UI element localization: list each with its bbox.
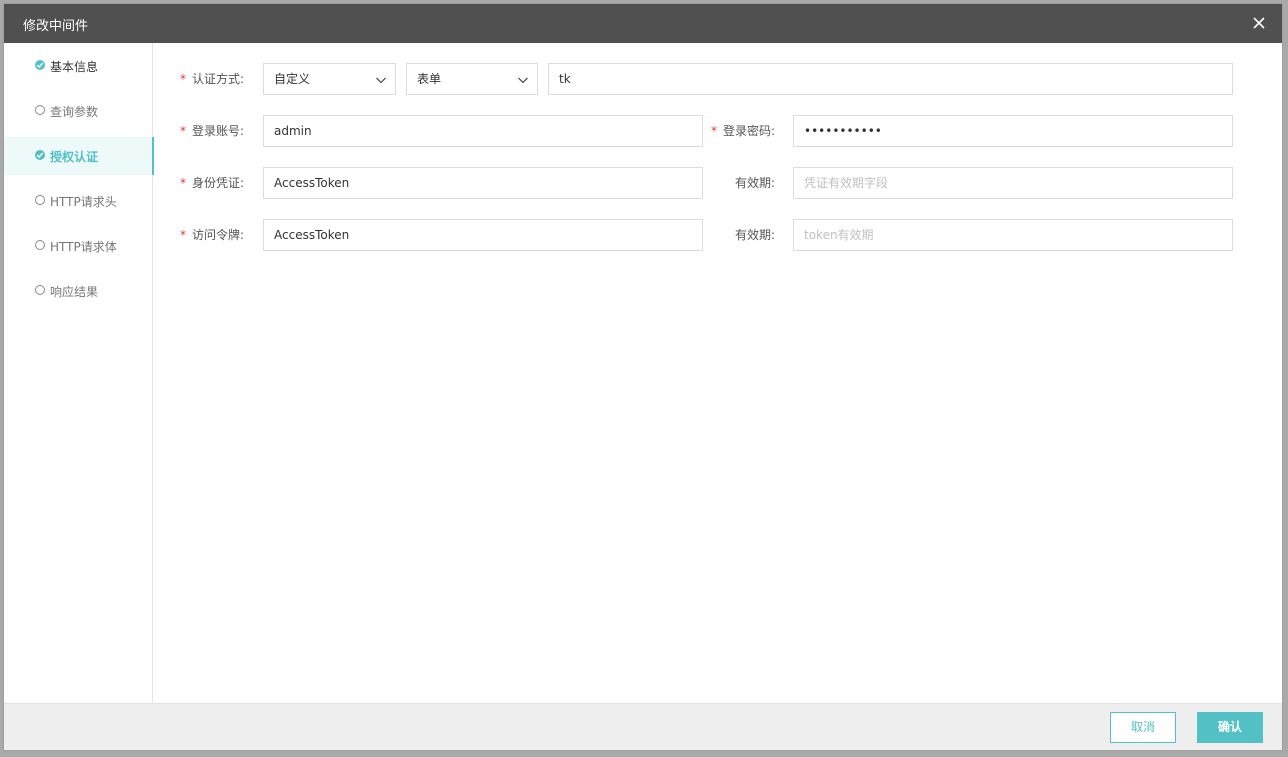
credential-expiry-input[interactable] — [793, 167, 1233, 199]
step-response[interactable]: 响应结果 — [4, 272, 154, 310]
access-token-label: * 访问令牌: — [180, 228, 245, 242]
circle-icon — [35, 105, 45, 115]
step-authorization[interactable]: 授权认证 — [4, 137, 154, 175]
confirm-button[interactable]: 确认 — [1197, 712, 1263, 743]
edit-middleware-dialog: 修改中间件 基本信息 查询参数 授权认证 HTTP请求头 HTTP请求体 响应结… — [3, 3, 1283, 751]
credential-label: * 身份凭证: — [180, 176, 245, 190]
token-expiry-label: 有效期: — [735, 228, 776, 242]
auth-key-input[interactable] — [548, 63, 1233, 95]
check-icon — [35, 150, 45, 160]
circle-icon — [35, 285, 45, 295]
dialog-header: 修改中间件 — [4, 4, 1282, 43]
auth-format-select[interactable]: 表单 — [406, 63, 538, 95]
cancel-button[interactable]: 取消 — [1110, 712, 1176, 743]
auth-form: *认证方式: 自定义 表单 *登录账号: *登录密码: *身份凭证: 有效期: … — [154, 43, 1282, 703]
step-label: 查询参数 — [50, 105, 99, 119]
credential-input[interactable] — [263, 167, 703, 199]
step-label: HTTP请求头 — [50, 195, 117, 209]
chevron-down-icon — [376, 77, 386, 84]
login-password-label: * 登录密码: — [711, 124, 776, 138]
auth-type-select[interactable]: 自定义 — [263, 63, 396, 95]
circle-icon — [35, 195, 45, 205]
close-icon — [1253, 17, 1265, 29]
credential-expiry-label: 有效期: — [735, 176, 776, 190]
token-expiry-input[interactable] — [793, 219, 1233, 251]
login-account-label: * 登录账号: — [180, 124, 245, 138]
close-button[interactable] — [1250, 14, 1268, 32]
chevron-down-icon — [518, 77, 528, 84]
login-account-input[interactable] — [263, 115, 703, 147]
step-http-headers[interactable]: HTTP请求头 — [4, 182, 154, 220]
step-label: 基本信息 — [50, 60, 99, 74]
step-basic-info[interactable]: 基本信息 — [4, 47, 154, 85]
check-icon — [35, 60, 45, 70]
dialog-title: 修改中间件 — [23, 19, 89, 34]
auth-method-label: * 认证方式: — [180, 72, 245, 86]
access-token-input[interactable] — [263, 219, 703, 251]
step-http-body[interactable]: HTTP请求体 — [4, 227, 154, 265]
dialog-footer: 取消 确认 — [4, 703, 1282, 750]
step-label: 授权认证 — [50, 150, 99, 164]
steps-sidebar: 基本信息 查询参数 授权认证 HTTP请求头 HTTP请求体 响应结果 — [4, 43, 154, 703]
step-label: HTTP请求体 — [50, 240, 117, 254]
circle-icon — [35, 240, 45, 250]
login-password-input[interactable] — [793, 115, 1233, 147]
step-label: 响应结果 — [50, 285, 99, 299]
step-query-params[interactable]: 查询参数 — [4, 92, 154, 130]
